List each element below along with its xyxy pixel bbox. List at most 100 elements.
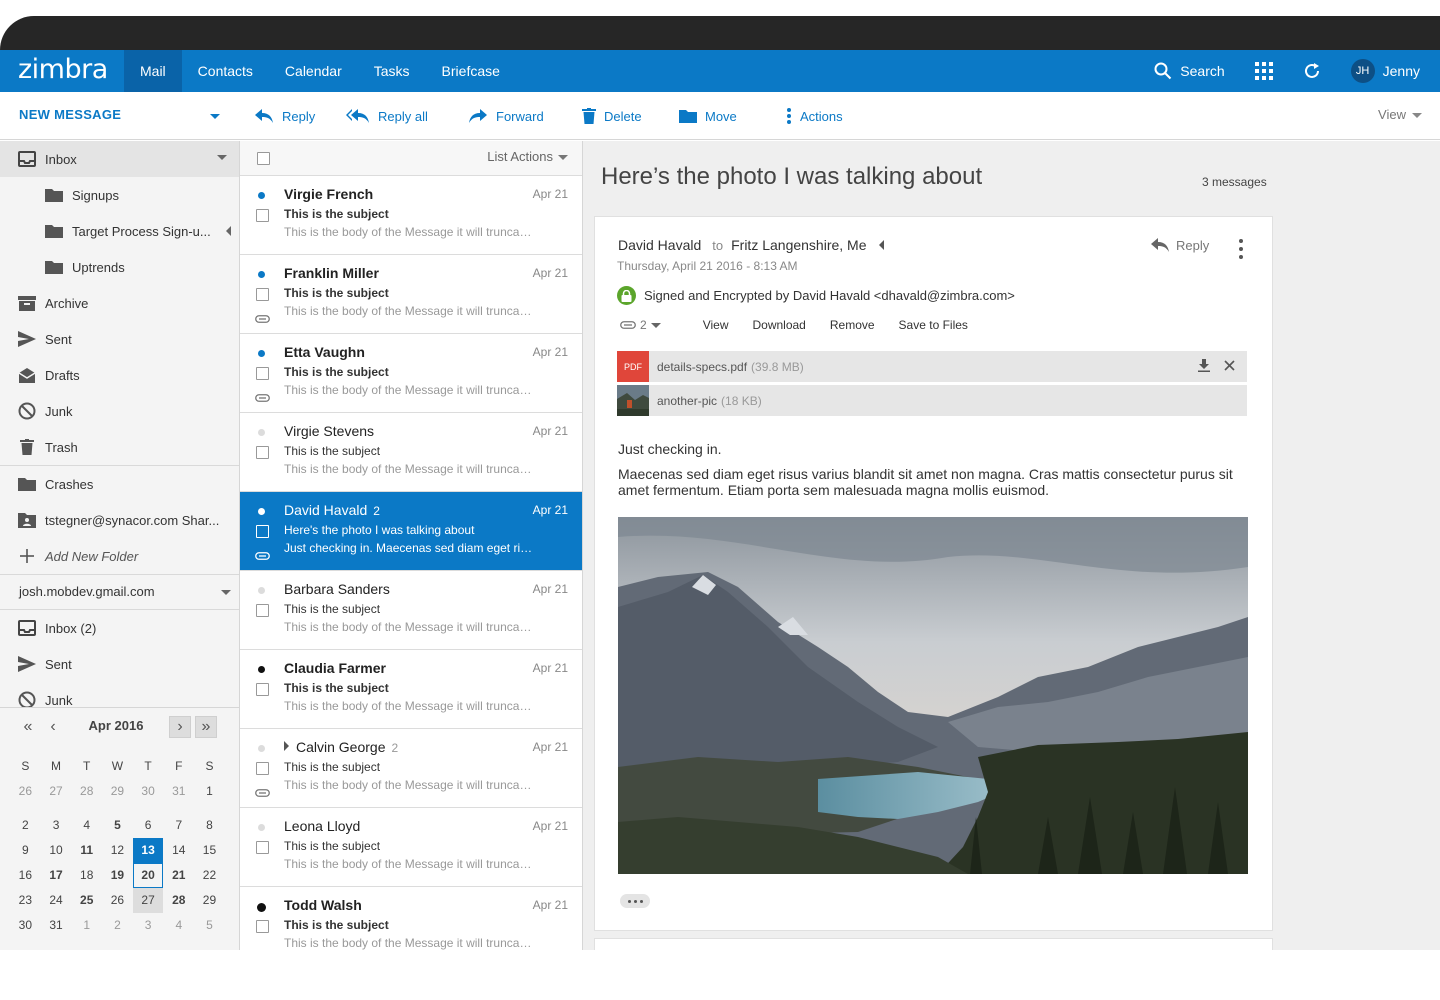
- read-status-dot[interactable]: [257, 903, 266, 912]
- calendar-day[interactable]: 27: [132, 888, 164, 913]
- sidebar-item-target-process[interactable]: Target Process Sign-u...: [0, 213, 239, 249]
- calendar-day[interactable]: 26: [102, 888, 133, 913]
- double-chevron-right-icon[interactable]: »: [195, 716, 217, 738]
- calendar-day[interactable]: 7: [163, 813, 194, 838]
- sidebar-item-junk[interactable]: Junk: [0, 393, 239, 429]
- recipients[interactable]: Fritz Langenshire, Me: [731, 237, 866, 253]
- chevron-down-icon[interactable]: [221, 590, 231, 595]
- message-checkbox[interactable]: [256, 683, 269, 696]
- read-status-dot[interactable]: [258, 271, 265, 278]
- tab-mail[interactable]: Mail: [124, 50, 182, 92]
- download-attachments-link[interactable]: Download: [752, 318, 805, 332]
- tab-tasks[interactable]: Tasks: [358, 50, 426, 92]
- calendar-day[interactable]: 16: [10, 863, 41, 888]
- sidebar-item-uptrends[interactable]: Uptrends: [0, 249, 239, 285]
- message-list-item[interactable]: Virgie Stevens Apr 21 This is the subject T…: [240, 413, 582, 492]
- message-checkbox[interactable]: [256, 209, 269, 222]
- tab-contacts[interactable]: Contacts: [182, 50, 269, 92]
- sidebar-item-sent[interactable]: Sent: [0, 321, 239, 357]
- calendar-day[interactable]: 5: [102, 813, 133, 838]
- chevron-right-icon[interactable]: ›: [169, 716, 191, 738]
- read-status-dot[interactable]: [258, 192, 265, 199]
- calendar-day[interactable]: 12: [102, 838, 133, 863]
- calendar-day[interactable]: 25: [71, 888, 102, 913]
- calendar-day[interactable]: 30: [10, 913, 41, 938]
- more-vertical-icon[interactable]: [1235, 239, 1247, 259]
- calendar-day[interactable]: 11: [71, 838, 102, 863]
- zimbra-logo[interactable]: zimbra: [18, 54, 108, 85]
- close-icon[interactable]: [1224, 360, 1235, 371]
- calendar-day[interactable]: 9: [10, 838, 41, 863]
- calendar-day[interactable]: 29: [102, 779, 133, 804]
- reply-button[interactable]: Reply: [254, 92, 315, 140]
- sidebar-item-shared-folder[interactable]: tstegner@synacor.com Shar...: [0, 502, 239, 538]
- message-checkbox[interactable]: [256, 525, 269, 538]
- sidebar-item-inbox[interactable]: Inbox: [0, 141, 239, 177]
- calendar-day[interactable]: 27: [41, 779, 72, 804]
- message-list-item[interactable]: Calvin George 2 Apr 21 This is the subject T…: [240, 729, 582, 808]
- sidebar-item-drafts[interactable]: Drafts: [0, 357, 239, 393]
- calendar-day[interactable]: 24: [41, 888, 72, 913]
- read-status-dot[interactable]: [258, 666, 265, 673]
- calendar-day[interactable]: 3: [41, 813, 72, 838]
- message-list-item[interactable]: Etta Vaughn Apr 21 This is the subject This…: [240, 334, 582, 413]
- view-button[interactable]: View: [1378, 92, 1422, 140]
- sidebar-item-signups[interactable]: Signups: [0, 177, 239, 213]
- calendar-day[interactable]: 2: [102, 913, 133, 938]
- calendar-day[interactable]: 31: [41, 913, 72, 938]
- message-reply-button[interactable]: Reply: [1150, 237, 1209, 253]
- calendar-day[interactable]: 6: [133, 813, 164, 838]
- sidebar-item-account-sent[interactable]: Sent: [0, 646, 239, 682]
- calendar-day[interactable]: 5: [194, 913, 225, 938]
- double-chevron-left-icon[interactable]: «: [17, 716, 39, 738]
- chevron-left-icon[interactable]: [226, 226, 231, 236]
- sidebar-item-crashes[interactable]: Crashes: [0, 466, 239, 502]
- refresh-button[interactable]: [1303, 62, 1321, 80]
- message-checkbox[interactable]: [256, 604, 269, 617]
- calendar-day[interactable]: 30: [133, 779, 164, 804]
- message-checkbox[interactable]: [256, 288, 269, 301]
- message-list-item[interactable]: Barbara Sanders Apr 21 This is the subject…: [240, 571, 582, 650]
- message-list-item[interactable]: Franklin Miller Apr 21 This is the subject…: [240, 255, 582, 334]
- read-status-dot[interactable]: [258, 508, 265, 515]
- read-status-dot[interactable]: [258, 350, 265, 357]
- calendar-day[interactable]: 28: [71, 779, 102, 804]
- calendar-day[interactable]: 31: [163, 779, 194, 804]
- calendar-day[interactable]: 10: [41, 838, 72, 863]
- message-checkbox[interactable]: [256, 841, 269, 854]
- calendar-day[interactable]: 18: [71, 863, 102, 888]
- tab-calendar[interactable]: Calendar: [269, 50, 358, 92]
- add-new-folder-button[interactable]: Add New Folder: [0, 538, 239, 574]
- chevron-left-icon[interactable]: ‹: [42, 716, 64, 738]
- message-checkbox[interactable]: [256, 762, 269, 775]
- message-checkbox[interactable]: [256, 367, 269, 380]
- message-list-item[interactable]: Claudia Farmer Apr 21 This is the subject T…: [240, 650, 582, 729]
- download-icon[interactable]: [1198, 359, 1210, 372]
- calendar-day[interactable]: 4: [163, 913, 194, 938]
- message-list-item[interactable]: Leona Lloyd Apr 21 This is the subject This…: [240, 808, 582, 887]
- message-checkbox[interactable]: [256, 446, 269, 459]
- attachment-item[interactable]: PDF details-specs.pdf (39.8 MB): [617, 351, 1247, 382]
- calendar-day[interactable]: 8: [194, 813, 225, 838]
- calendar-day-selected[interactable]: 20: [132, 863, 164, 888]
- next-message-card[interactable]: [594, 938, 1273, 950]
- calendar-day[interactable]: 28: [163, 888, 194, 913]
- avatar[interactable]: JH: [1350, 59, 1375, 83]
- actions-button[interactable]: Actions: [786, 92, 843, 140]
- calendar-day[interactable]: 4: [71, 813, 102, 838]
- read-status-dot[interactable]: [258, 824, 265, 831]
- calendar-day[interactable]: 26: [10, 779, 41, 804]
- expand-recipients-icon[interactable]: [878, 240, 884, 250]
- calendar-day-today[interactable]: 13: [132, 838, 164, 863]
- calendar-day[interactable]: 22: [194, 863, 225, 888]
- chevron-down-icon[interactable]: [217, 155, 227, 160]
- calendar-day[interactable]: 17: [41, 863, 72, 888]
- remove-attachments-link[interactable]: Remove: [830, 318, 875, 332]
- sender-name[interactable]: David Havald: [618, 237, 701, 253]
- calendar-day[interactable]: 1: [71, 913, 102, 938]
- new-message-button[interactable]: NEW MESSAGE: [0, 92, 240, 140]
- apps-grid-button[interactable]: [1254, 62, 1273, 80]
- calendar-day[interactable]: 15: [194, 838, 225, 863]
- user-name[interactable]: Jenny: [1383, 63, 1420, 79]
- forward-button[interactable]: Forward: [468, 92, 544, 140]
